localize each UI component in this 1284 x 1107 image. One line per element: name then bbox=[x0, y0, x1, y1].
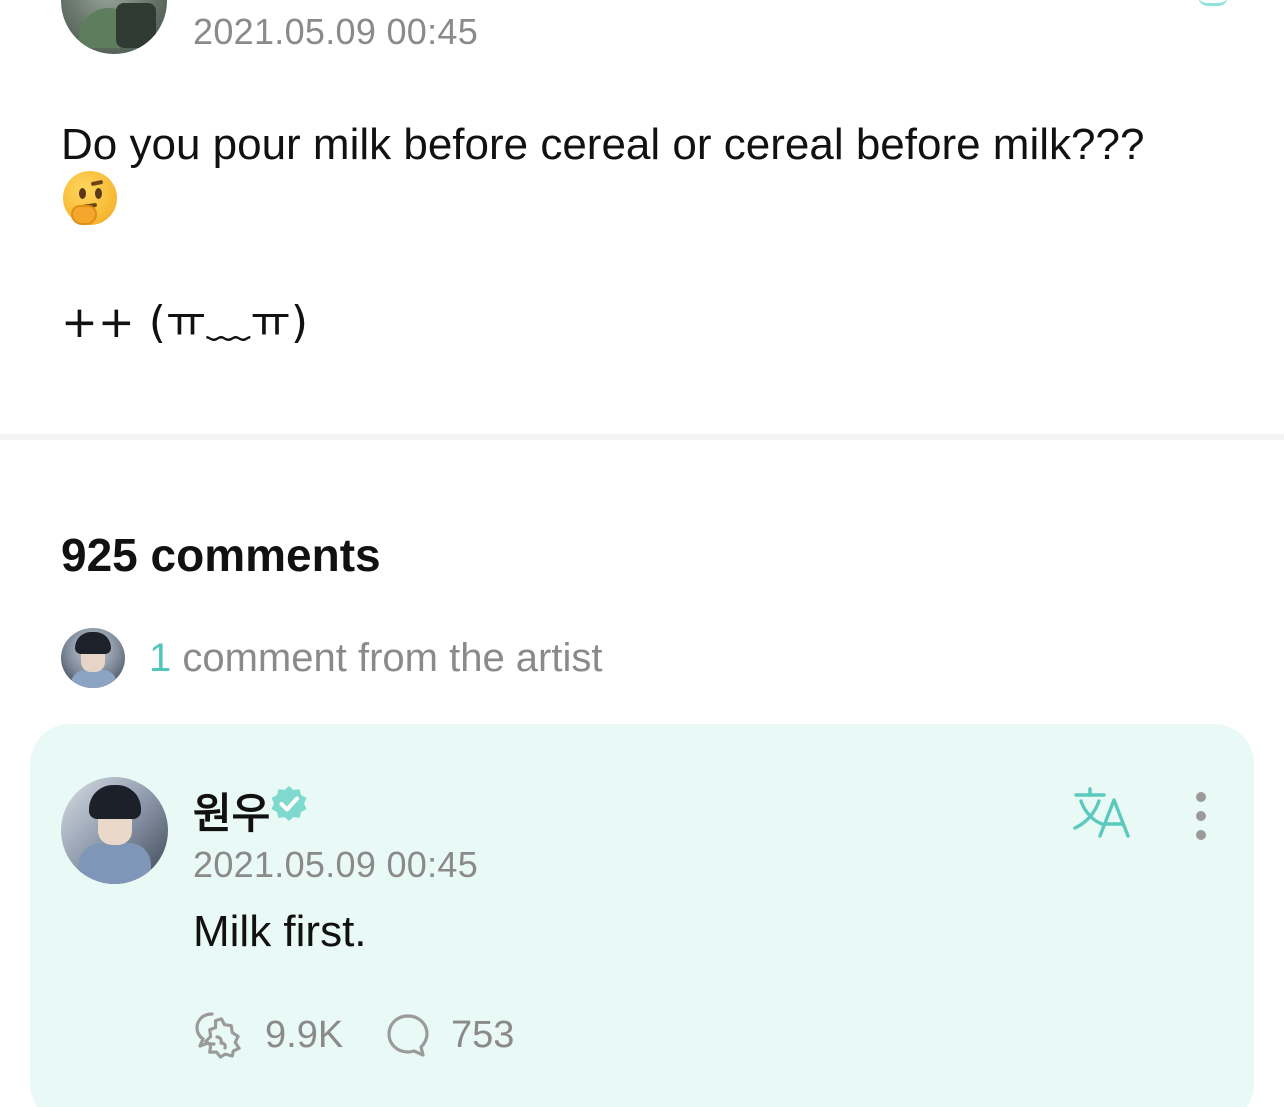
artist-comment-count: 1 bbox=[149, 636, 172, 680]
comment-text: Milk first. bbox=[193, 907, 367, 956]
comment-author-name[interactable]: 원우 bbox=[193, 780, 270, 841]
comment-timestamp: 2021.05.09 00:45 bbox=[193, 844, 479, 885]
like-count: 9.9K bbox=[265, 1014, 344, 1056]
artist-avatar-small bbox=[61, 628, 125, 688]
post-postscript: ++ (ㅠ﹏ㅠ) bbox=[61, 297, 309, 348]
artist-comment-label: comment from the artist bbox=[171, 636, 603, 680]
verified-badge-icon bbox=[271, 786, 307, 821]
section-divider bbox=[0, 434, 1284, 440]
more-vertical-icon[interactable] bbox=[1188, 790, 1214, 842]
thinking-face-emoji bbox=[63, 171, 117, 225]
comments-count-heading: 925 comments bbox=[61, 529, 381, 581]
like-icon[interactable] bbox=[193, 1010, 245, 1060]
artist-avatar[interactable] bbox=[61, 777, 168, 884]
artist-comment-card[interactable]: 원우 2021.05.09 00:45 Milk first. 9.9K 753 bbox=[30, 724, 1254, 1107]
post-timestamp: 2021.05.09 00:45 bbox=[193, 11, 479, 52]
translate-icon[interactable] bbox=[1070, 786, 1134, 840]
artist-comment-summary[interactable]: 1 comment from the artist bbox=[149, 636, 602, 681]
header-action-icon[interactable] bbox=[1198, 0, 1228, 6]
post-author-avatar[interactable] bbox=[61, 0, 167, 54]
reply-count: 753 bbox=[451, 1014, 515, 1056]
post-page: 2021.05.09 00:45 Do you pour milk before… bbox=[0, 0, 1284, 1107]
reply-bubble-icon[interactable] bbox=[385, 1012, 431, 1058]
post-text: Do you pour milk before cereal or cereal… bbox=[61, 120, 1145, 169]
